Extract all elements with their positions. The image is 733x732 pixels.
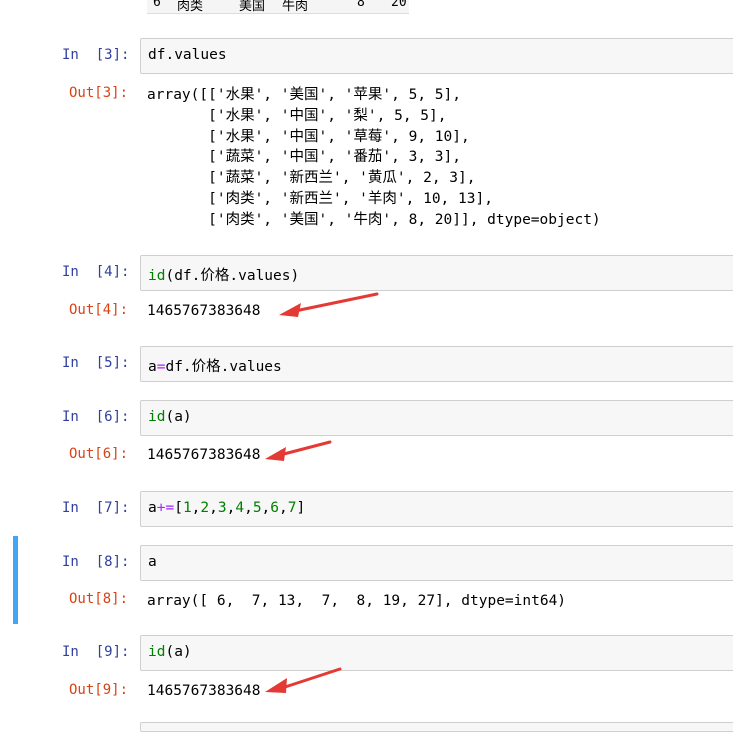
output-text: 1465767383648 (147, 447, 261, 463)
code-text: id(df.价格.values) (148, 264, 299, 285)
code-input[interactable]: df.values (140, 38, 733, 74)
out-prompt: Out[8]: (69, 591, 129, 607)
list-number: 2 (200, 500, 210, 516)
builtin-id: id (148, 268, 166, 284)
red-arrow-icon (265, 667, 342, 693)
list-number: 1 (182, 500, 192, 516)
code-args: (a) (165, 644, 192, 660)
in-prompt: In [8]: (62, 554, 130, 570)
out-prompt: Out[9]: (69, 682, 129, 698)
code-input[interactable]: id(a) (140, 635, 733, 671)
code-input[interactable]: id(df.价格.values) (140, 255, 733, 291)
code-rest: df.价格.values (165, 359, 282, 375)
red-arrow-icon (279, 292, 379, 317)
list-number: 6 (270, 500, 280, 516)
in-prompt: In [7]: (62, 500, 130, 516)
code-text: df.values (148, 47, 227, 63)
code-text: id(a) (148, 409, 192, 425)
code-input[interactable]: a=df.价格.values (140, 346, 733, 382)
var-a: a (148, 500, 157, 516)
code-args: (a) (165, 409, 192, 425)
row-category: 肉类 (177, 0, 204, 14)
code-input[interactable]: a (140, 545, 733, 581)
code-args: (df.价格.values) (165, 268, 300, 284)
in-prompt: In [4]: (62, 264, 130, 280)
list-number: 5 (252, 500, 262, 516)
code-text: a+=[1,2,3,4,5,6,7] (148, 500, 306, 516)
code-text: id(a) (148, 644, 192, 660)
red-arrow-icon (265, 440, 332, 461)
row-amount: 20 (391, 0, 407, 10)
output-text: 1465767383648 (147, 683, 261, 699)
notebook-cell-5[interactable]: In [5]: a=df.价格.values (0, 346, 733, 386)
list-close-bracket: ] (296, 500, 306, 516)
row-name: 牛肉 (282, 0, 309, 14)
notebook-cell-6[interactable]: In [6]: id(a) Out[6]: 1465767383648 (0, 400, 733, 470)
selected-cell-indicator (13, 536, 18, 624)
notebook-cell-8[interactable]: In [8]: a Out[8]: array([ 6, 7, 13, 7, 8… (0, 536, 733, 626)
output-text: 1465767383648 (147, 303, 261, 319)
notebook-cell-9[interactable]: In [9]: id(a) Out[9]: 1465767383648 (0, 635, 733, 705)
output-text: array([ 6, 7, 13, 7, 8, 19, 27], dtype=i… (147, 593, 567, 609)
in-prompt: In [5]: (62, 355, 130, 371)
list-open-bracket: [ (174, 500, 183, 516)
code-text: a=df.价格.values (148, 355, 282, 376)
out-prompt: Out[3]: (69, 85, 129, 101)
builtin-id: id (148, 409, 166, 425)
in-prompt: In [6]: (62, 409, 130, 425)
row-country: 美国 (239, 0, 266, 14)
augmented-assign-operator: += (156, 500, 175, 516)
out-prompt: Out[4]: (69, 302, 129, 318)
row-index: 6 (153, 0, 161, 10)
in-prompt: In [3]: (62, 47, 130, 63)
notebook-cell-3[interactable]: In [3]: df.values Out[3]: array([['水果', … (0, 38, 733, 238)
next-cell-input[interactable] (140, 722, 733, 732)
dataframe-last-row: 6 肉类 美国 牛肉 8 20 (147, 0, 409, 14)
code-text: a (148, 554, 157, 570)
notebook-cell-7[interactable]: In [7]: a+=[1,2,3,4,5,6,7] (0, 491, 733, 531)
row-price: 8 (357, 0, 365, 10)
in-prompt: In [9]: (62, 644, 130, 660)
list-number: 3 (217, 500, 227, 516)
list-number: 4 (235, 500, 245, 516)
out-prompt: Out[6]: (69, 446, 129, 462)
var-a: a (148, 359, 157, 375)
output-text: array([['水果', '美国', '苹果', 5, 5], ['水果', … (147, 87, 601, 228)
builtin-id: id (148, 644, 166, 660)
code-input[interactable]: a+=[1,2,3,4,5,6,7] (140, 491, 733, 527)
code-input[interactable]: id(a) (140, 400, 733, 436)
